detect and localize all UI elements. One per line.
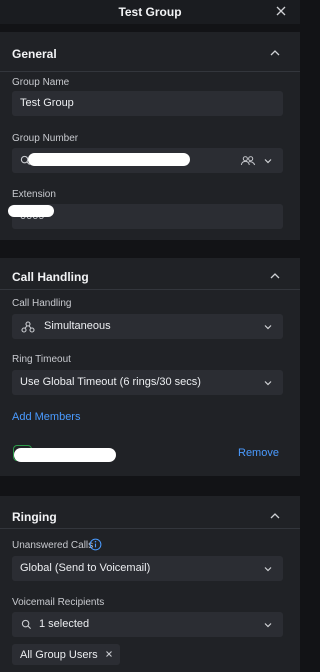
recipient-chip-label: All Group Users — [20, 649, 98, 661]
unanswered-calls-label: Unanswered Calls — [12, 540, 94, 551]
extension-field[interactable]: 0009 — [8, 204, 283, 229]
info-icon[interactable] — [89, 538, 102, 551]
collapse-chevron-icon[interactable] — [269, 510, 281, 522]
redacted-extension — [8, 205, 54, 217]
general-section: General Group Name Test Group Group Numb… — [0, 32, 300, 240]
chevron-down-icon[interactable] — [263, 620, 273, 630]
group-number-label: Group Number — [12, 133, 79, 144]
voicemail-recipients-select[interactable]: 1 selected — [12, 612, 283, 637]
call-handling-value: Simultaneous — [44, 320, 111, 332]
ringing-section: Ringing Unanswered Calls Global (Send to… — [0, 496, 300, 672]
panel-header: Test Group — [0, 0, 300, 24]
users-icon — [240, 156, 256, 166]
voicemail-recipients-value: 1 selected — [39, 618, 90, 630]
redacted-group-number — [28, 153, 190, 166]
close-icon[interactable] — [274, 4, 288, 18]
ring-timeout-select[interactable]: Use Global Timeout (6 rings/30 secs) — [12, 370, 283, 395]
member-row: Remove — [0, 436, 300, 476]
ring-timeout-value: Use Global Timeout (6 rings/30 secs) — [20, 376, 201, 388]
chevron-down-icon[interactable] — [263, 156, 273, 166]
section-title-call-handling: Call Handling — [12, 270, 89, 284]
collapse-chevron-icon[interactable] — [269, 47, 281, 59]
chevron-down-icon[interactable] — [263, 564, 273, 574]
section-divider — [0, 289, 300, 290]
call-handling-select[interactable]: Simultaneous — [12, 314, 283, 339]
chevron-down-icon[interactable] — [263, 378, 273, 388]
section-title-general: General — [12, 47, 57, 61]
section-divider — [0, 528, 300, 529]
remove-member-link[interactable]: Remove — [238, 447, 279, 459]
recipient-chip: All Group Users — [12, 644, 120, 665]
ring-timeout-label: Ring Timeout — [12, 354, 71, 365]
call-handling-label: Call Handling — [12, 298, 72, 309]
remove-chip-icon[interactable] — [104, 649, 114, 659]
unanswered-calls-select[interactable]: Global (Send to Voicemail) — [12, 556, 283, 581]
group-name-field[interactable]: Test Group — [12, 91, 283, 116]
simultaneous-icon — [21, 321, 35, 333]
voicemail-recipients-label: Voicemail Recipients — [12, 597, 105, 608]
section-divider — [0, 71, 300, 72]
group-name-label: Group Name — [12, 77, 70, 88]
group-number-field[interactable] — [12, 148, 283, 173]
chevron-down-icon[interactable] — [263, 322, 273, 332]
collapse-chevron-icon[interactable] — [269, 270, 281, 282]
section-title-ringing: Ringing — [12, 510, 57, 524]
redacted-member-name — [14, 448, 116, 462]
add-members-link[interactable]: Add Members — [12, 411, 80, 423]
call-handling-section: Call Handling Call Handling Simultaneous… — [0, 258, 300, 476]
extension-label: Extension — [12, 189, 56, 200]
search-icon — [21, 619, 32, 630]
group-name-value: Test Group — [20, 97, 74, 109]
unanswered-calls-value: Global (Send to Voicemail) — [20, 562, 151, 574]
panel-title: Test Group — [118, 5, 182, 19]
